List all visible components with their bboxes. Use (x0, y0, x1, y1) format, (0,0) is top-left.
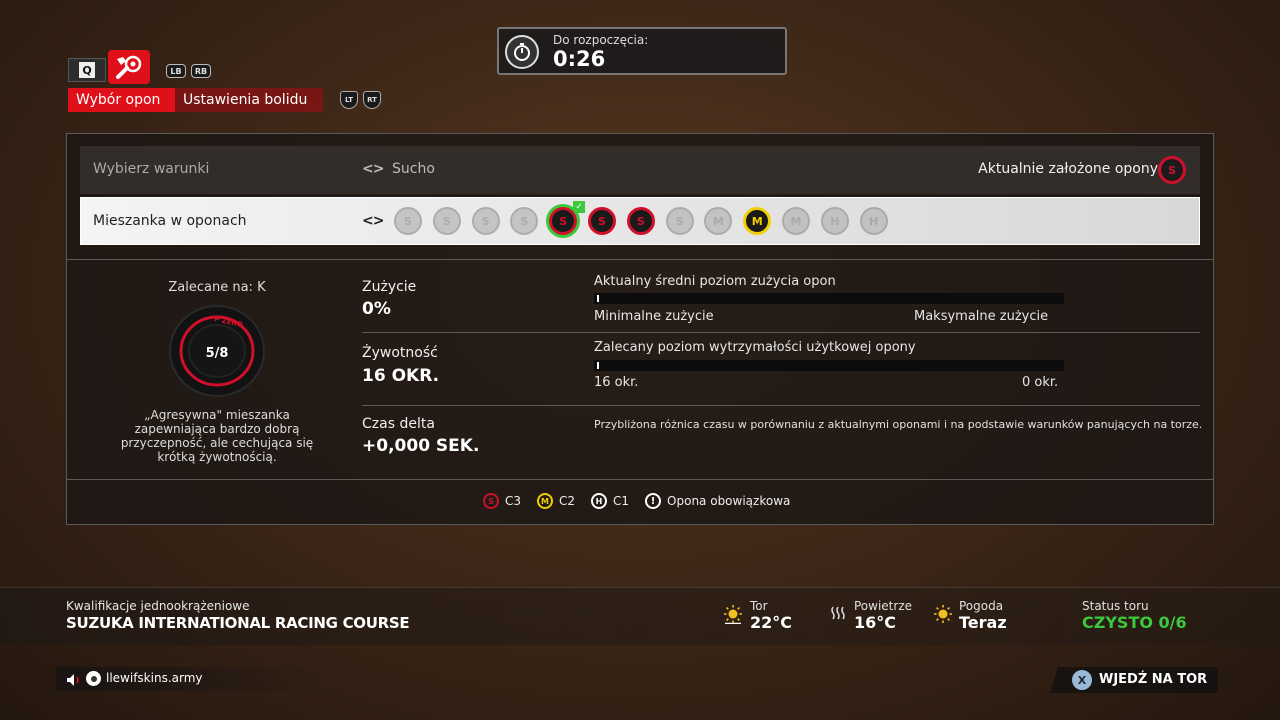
compound-description: „Agresywna" mieszanka zapewniająca bardz… (120, 408, 314, 464)
track-temp-value: 22°C (750, 613, 793, 632)
track-temp-label: Tor (750, 599, 768, 613)
tyre-set-h-12[interactable]: H (820, 207, 849, 235)
hard-compound-icon: H (591, 493, 608, 509)
selected-check-icon: ✓ (573, 201, 586, 213)
tyre-set-s-5[interactable]: S (549, 207, 578, 235)
life-label: Żywotność (362, 345, 438, 361)
tyre-set-s-8[interactable]: S (665, 207, 694, 235)
recommended-label: Zalecane na: K (168, 280, 266, 295)
wear-bar (594, 293, 1064, 304)
tyre-illustration: P ZERO 5/8 (168, 304, 266, 402)
tyre-set-s-3[interactable]: S (471, 207, 500, 235)
player-username: llewifskins.army (106, 671, 203, 685)
speaker-icon (66, 672, 82, 691)
tyre-set-s-4[interactable]: S (510, 207, 539, 235)
wrench-gear-icon (116, 55, 142, 79)
rt-trigger-hint: RT (363, 91, 381, 109)
medium-compound-icon: M (537, 493, 554, 509)
tab-car-setup[interactable]: Ustawienia bolidu (175, 88, 323, 112)
steam-icon (86, 671, 101, 686)
sun-icon-forecast (933, 604, 953, 628)
tyre-set-s-6[interactable]: S (588, 207, 616, 235)
wear-max-label: Maksymalne zużycie (914, 309, 1049, 324)
life-right-label: 0 okr. (1022, 375, 1059, 390)
conditions-label: Wybierz warunki (93, 161, 210, 177)
soft-compound-icon: S (483, 493, 499, 509)
conditions-value: Sucho (392, 161, 435, 177)
wear-bar-marker (597, 295, 599, 302)
conditions-row[interactable]: Wybierz warunki <> Sucho Aktualnie założ… (80, 146, 1200, 194)
tyre-count: 5/8 (206, 346, 229, 361)
mandatory-tyre-label: Opona obowiązkowa (667, 494, 791, 508)
legend: S C3 M C2 H C1 ! Opona obowiązkowa (483, 493, 790, 509)
mandatory-tyre-icon: ! (645, 493, 662, 509)
delta-value: +0,000 SEK. (362, 436, 480, 456)
medium-compound-label: C2 (559, 494, 576, 508)
countdown-label: Do rozpoczęcia: (553, 33, 649, 47)
air-temp-label: Powietrze (854, 599, 913, 613)
forecast-label: Pogoda (959, 599, 1004, 613)
magnifier-icon: Q (79, 62, 95, 78)
tyre-set-m-10[interactable]: M (743, 207, 772, 235)
tyre-set-m-11[interactable]: M (782, 207, 810, 235)
compound-row[interactable]: Mieszanka w oponach <> S S S S ✓ S S S S M M M H H (80, 197, 1200, 245)
stopwatch-icon (505, 35, 539, 69)
current-tyres-label: Aktualnie założone opony (978, 161, 1158, 177)
wear-bar-title: Aktualny średni poziom zużycia opon (594, 274, 836, 289)
air-heat-icon (829, 605, 847, 627)
wear-label: Zużycie (362, 279, 417, 295)
legend-divider (66, 479, 1214, 480)
life-bar (594, 360, 1064, 371)
compound-arrows-icon[interactable]: <> (362, 213, 384, 229)
sun-icon-track (723, 604, 743, 628)
hard-compound-label: C1 (613, 494, 630, 508)
delta-description: Przybliżona różnica czasu w porównaniu z… (594, 418, 1203, 431)
air-temp-value: 16°C (854, 613, 897, 632)
session-countdown: Do rozpoczęcia: 0:26 (497, 27, 787, 75)
wear-min-label: Minimalne zużycie (594, 309, 714, 324)
conditions-arrows-icon[interactable]: <> (362, 161, 384, 177)
enter-track-label: WJEDŹ NA TOR (1099, 672, 1208, 687)
forecast-value: Teraz (959, 613, 1007, 632)
delta-label: Czas delta (362, 416, 435, 432)
life-bar-title: Zalecany poziom wytrzymałości użytkowej … (594, 340, 916, 355)
lb-button-hint: LB (166, 64, 186, 78)
wear-value: 0% (362, 299, 391, 319)
stats-divider-2 (362, 405, 1200, 406)
tyre-set-s-2[interactable]: S (432, 207, 461, 235)
life-value: 16 OKR. (362, 366, 440, 386)
track-status-value: CZYSTO 0/6 (1082, 613, 1187, 632)
rb-button-hint: RB (191, 64, 211, 78)
car-setup-icon[interactable] (108, 50, 150, 84)
tyre-set-s-7[interactable]: S (626, 207, 655, 235)
x-button-icon: X (1072, 670, 1092, 690)
track-status-label: Status toru (1082, 599, 1149, 613)
lt-trigger-hint: LT (340, 91, 358, 109)
soft-compound-label: C3 (505, 494, 522, 508)
panel-divider (66, 259, 1214, 260)
quick-search-icon[interactable]: Q (68, 58, 106, 82)
life-left-label: 16 okr. (594, 375, 639, 390)
tyre-set-m-9[interactable]: M (704, 207, 733, 235)
life-bar-marker (597, 362, 599, 369)
countdown-value: 0:26 (553, 47, 606, 71)
track-name: SUZUKA INTERNATIONAL RACING COURSE (66, 614, 410, 632)
tyre-set-s-1[interactable]: S (394, 207, 422, 235)
stats-divider-1 (362, 332, 1200, 333)
tab-tyre-selection[interactable]: Wybór opon (68, 88, 175, 112)
current-tyre-soft-icon: S (1158, 156, 1186, 184)
compound-label: Mieszanka w oponach (93, 213, 247, 229)
tyre-set-h-13[interactable]: H (859, 207, 888, 235)
session-type: Kwalifikacje jednookrążeniowe (66, 599, 250, 613)
